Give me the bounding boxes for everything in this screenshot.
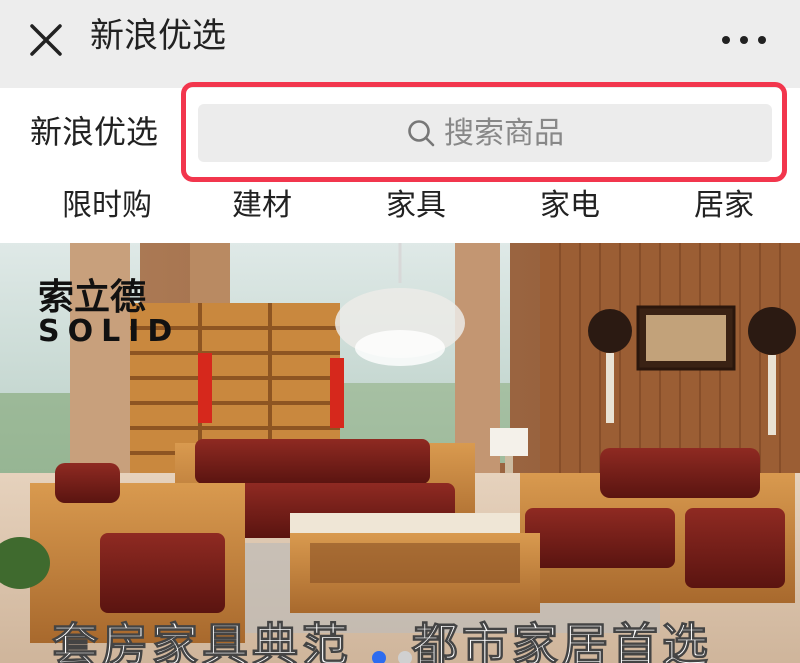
close-icon xyxy=(30,24,62,56)
store-brand: 新浪优选 xyxy=(30,113,159,151)
tab-building-materials[interactable]: 建材 xyxy=(232,184,292,228)
carousel-dot-1[interactable] xyxy=(372,651,386,663)
search-highlight-frame xyxy=(181,82,787,182)
title-bar: 新浪优选 xyxy=(0,0,800,88)
banner-logo-en: SOLID xyxy=(38,314,180,349)
carousel-dot-2[interactable] xyxy=(398,651,412,663)
store-header: 新浪优选 搜索商品 限时购 建材 家具 家电 居家 xyxy=(0,82,800,243)
category-tabs: 限时购 建材 家具 家电 居家 xyxy=(0,184,800,236)
tab-home[interactable]: 居家 xyxy=(694,184,754,228)
tab-furniture[interactable]: 家具 xyxy=(386,184,446,228)
close-button[interactable] xyxy=(24,18,68,62)
banner-image: 索立德 SOLID 套房家具典范 都市家居首选 xyxy=(0,243,800,663)
more-icon xyxy=(722,36,766,44)
banner-logo-cn: 索立德 xyxy=(38,277,146,318)
page-title: 新浪优选 xyxy=(90,16,226,56)
more-button[interactable] xyxy=(716,22,772,58)
tab-flash-sale[interactable]: 限时购 xyxy=(62,184,152,228)
tab-appliances[interactable]: 家电 xyxy=(540,184,600,228)
promo-banner[interactable]: 索立德 SOLID 套房家具典范 都市家居首选 xyxy=(0,243,800,663)
